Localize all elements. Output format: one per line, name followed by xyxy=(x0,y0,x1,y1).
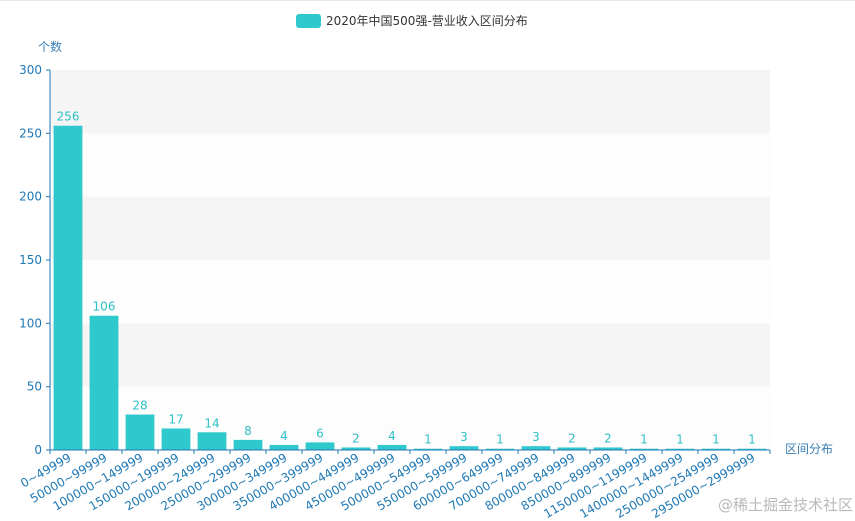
grid-band xyxy=(50,70,770,134)
data-label: 28 xyxy=(132,399,147,413)
bar[interactable] xyxy=(521,446,551,450)
bar[interactable] xyxy=(197,432,227,450)
data-label: 1 xyxy=(748,433,756,447)
y-tick-label: 300 xyxy=(19,63,42,77)
y-tick-label: 150 xyxy=(19,253,42,267)
bar[interactable] xyxy=(53,125,83,450)
bar-chart: 2020年中国500强-营业收入区间分布 个数 区间分布 05010015020… xyxy=(18,13,853,521)
y-tick-label: 250 xyxy=(19,126,42,140)
legend-swatch xyxy=(296,14,321,28)
bar[interactable] xyxy=(161,428,191,450)
data-label: 1 xyxy=(496,433,504,447)
data-label: 3 xyxy=(460,430,468,444)
legend-label: 2020年中国500强-营业收入区间分布 xyxy=(326,13,528,28)
grid-band xyxy=(50,323,770,387)
data-label: 2 xyxy=(352,431,360,445)
bar[interactable] xyxy=(125,414,155,450)
data-label: 4 xyxy=(280,429,288,443)
bar[interactable] xyxy=(377,444,407,450)
data-label: 17 xyxy=(168,412,183,426)
watermark-text: @稀土掘金技术社区 xyxy=(718,496,853,514)
data-label: 8 xyxy=(244,424,252,438)
bar[interactable] xyxy=(233,439,263,450)
grid-band xyxy=(50,133,770,197)
data-label: 1 xyxy=(712,433,720,447)
y-axis-ticks: 0 50 100 150 200 250 300 xyxy=(19,63,50,457)
data-label: 6 xyxy=(316,426,324,440)
data-label: 14 xyxy=(204,416,219,430)
legend[interactable]: 2020年中国500强-营业收入区间分布 xyxy=(296,13,528,28)
data-label: 4 xyxy=(388,429,396,443)
bar[interactable] xyxy=(89,315,119,450)
data-label: 2 xyxy=(604,431,612,445)
data-label: 1 xyxy=(424,433,432,447)
x-axis-ticks: 0~4999950000~99999100000~149999150000~19… xyxy=(18,450,771,521)
bar[interactable] xyxy=(269,444,299,450)
y-tick-label: 100 xyxy=(19,316,42,330)
y-tick-label: 200 xyxy=(19,190,42,204)
grid-band xyxy=(50,196,770,260)
y-tick-label: 50 xyxy=(27,380,42,394)
data-label: 1 xyxy=(640,433,648,447)
y-tick-label: 0 xyxy=(34,443,42,457)
grid-bands xyxy=(50,70,770,450)
data-label: 106 xyxy=(93,300,116,314)
y-axis-title: 个数 xyxy=(38,39,62,54)
bar[interactable] xyxy=(305,442,335,450)
grid-band xyxy=(50,260,770,324)
data-label: 2 xyxy=(568,431,576,445)
x-axis-title: 区间分布 xyxy=(785,442,833,456)
data-label: 3 xyxy=(532,430,540,444)
data-label: 1 xyxy=(676,433,684,447)
data-label: 256 xyxy=(57,110,80,124)
bar[interactable] xyxy=(449,446,479,450)
grid-band xyxy=(50,386,770,450)
